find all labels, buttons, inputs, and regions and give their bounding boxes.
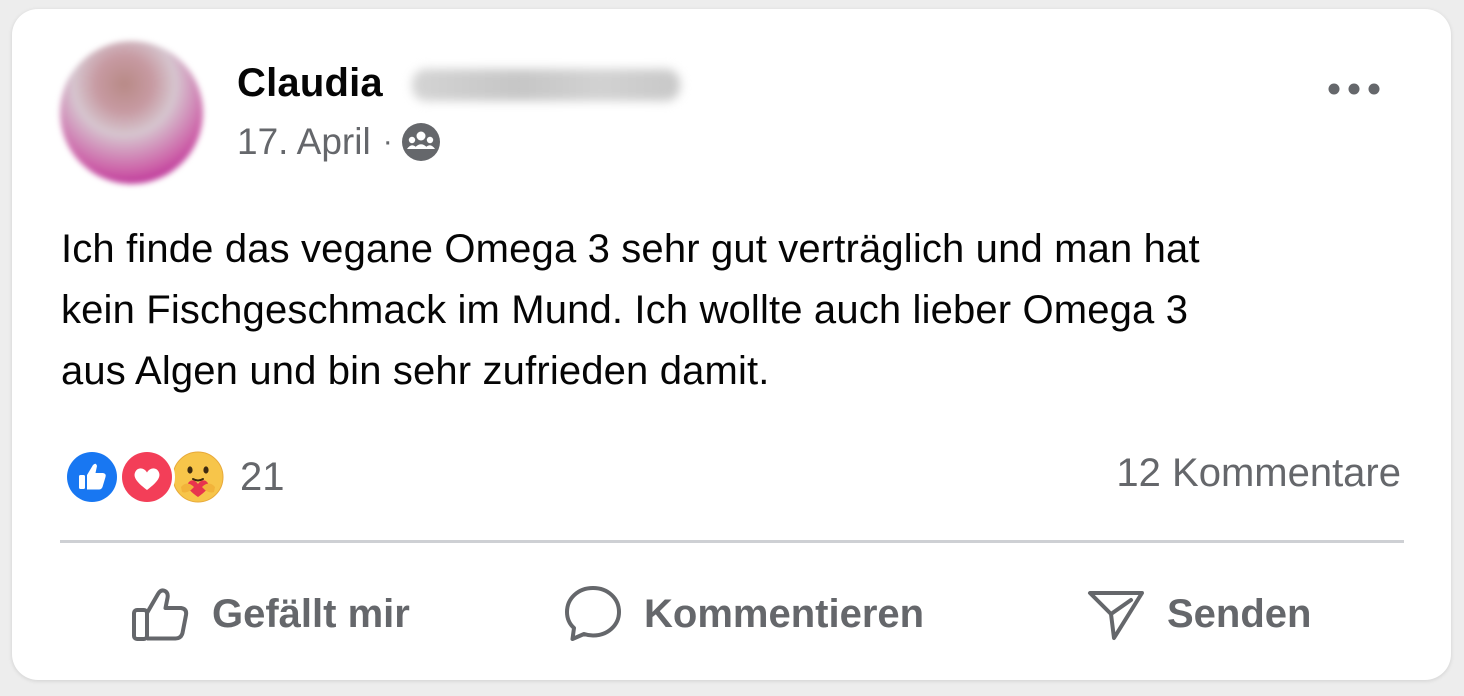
avatar[interactable]	[60, 41, 203, 184]
post-date[interactable]: 17. April	[237, 121, 371, 163]
reaction-count: 21	[240, 454, 285, 499]
comments-count-link[interactable]: 12 Kommentare	[1116, 451, 1401, 496]
reaction-icons	[62, 447, 232, 507]
divider	[60, 540, 1404, 543]
speech-bubble-icon	[565, 586, 621, 641]
more-options-button[interactable]	[1315, 69, 1393, 109]
like-button[interactable]: Gefällt mir	[130, 569, 410, 659]
action-bar: Gefällt mir Kommentieren Senden	[60, 569, 1404, 659]
author-last-name-redacted	[412, 69, 680, 101]
comment-button-label: Kommentieren	[644, 591, 925, 636]
send-icon	[1088, 591, 1144, 640]
like-reaction-icon	[64, 449, 120, 505]
send-button-label: Senden	[1167, 591, 1312, 636]
reactions-summary[interactable]: 21	[62, 447, 285, 507]
care-reaction-icon	[170, 449, 226, 505]
love-reaction-icon	[119, 449, 175, 505]
post-text: Ich finde das vegane Omega 3 sehr gut ve…	[61, 227, 1200, 393]
meta-separator: ·	[382, 125, 393, 158]
like-button-label: Gefällt mir	[212, 591, 410, 636]
thumbs-up-icon	[132, 588, 189, 641]
send-button[interactable]: Senden	[1085, 569, 1311, 659]
more-options-icon	[1328, 83, 1380, 95]
group-audience-icon[interactable]	[401, 122, 441, 162]
post-card: Claudia 17. April · Ich finde das vegane…	[12, 9, 1451, 680]
comment-button[interactable]: Kommentieren	[562, 569, 924, 659]
post-meta: 17. April ·	[237, 117, 441, 167]
author-name[interactable]: Claudia	[237, 61, 383, 106]
